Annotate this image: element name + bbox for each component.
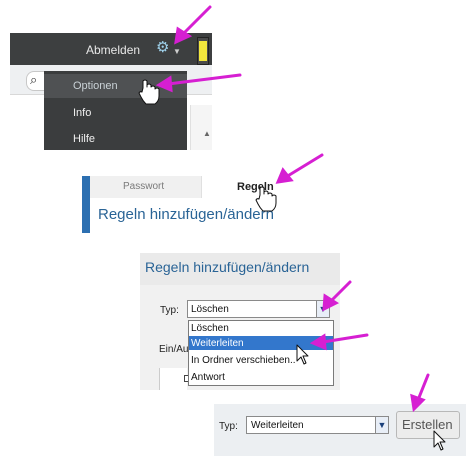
rule-dialog-title: Regeln hinzufügen/ändern — [145, 259, 310, 275]
scroll-indicator-fill — [199, 41, 207, 61]
annotation-arrow — [416, 373, 430, 402]
search-icon: ⌕ — [30, 72, 38, 87]
gear-icon[interactable]: ⚙ — [156, 40, 169, 55]
logout-link[interactable]: Abmelden — [86, 43, 140, 57]
option-forward[interactable]: Weiterleiten — [191, 338, 244, 349]
option-reply[interactable]: Antwort — [191, 372, 225, 383]
type-select-value: Löschen — [191, 304, 229, 315]
annotation-arrow — [284, 153, 324, 179]
chevron-down-icon[interactable]: ▼ — [375, 417, 388, 433]
create-button-label: Erstellen — [402, 417, 453, 432]
type-select-value: Weiterleiten — [251, 420, 304, 431]
menu-item-options[interactable]: Optionen — [73, 80, 118, 92]
chevron-down-icon[interactable]: ▼ — [316, 301, 329, 317]
option-move-to-folder[interactable]: In Ordner verschieben.. — [191, 355, 296, 366]
tab-password-label: Passwort — [123, 181, 165, 192]
chevron-up-icon[interactable]: ▲ — [203, 129, 211, 138]
type-label: Typ: — [160, 305, 179, 316]
side-scroll-area — [190, 105, 212, 150]
option-delete[interactable]: Löschen — [191, 323, 229, 334]
content-box — [159, 368, 187, 390]
accent-bar — [82, 176, 90, 233]
partial-label: Ein/Au — [159, 344, 189, 355]
tab-rules-label: Regeln — [237, 181, 274, 193]
menu-item-help[interactable]: Hilfe — [73, 133, 95, 145]
chevron-down-icon[interactable]: ▼ — [173, 47, 181, 56]
annotation-arrow — [180, 5, 212, 37]
menu-item-info[interactable]: Info — [73, 107, 91, 119]
section-title: Regeln hinzufügen/ändern — [98, 206, 274, 223]
type-label: Typ: — [219, 421, 238, 432]
